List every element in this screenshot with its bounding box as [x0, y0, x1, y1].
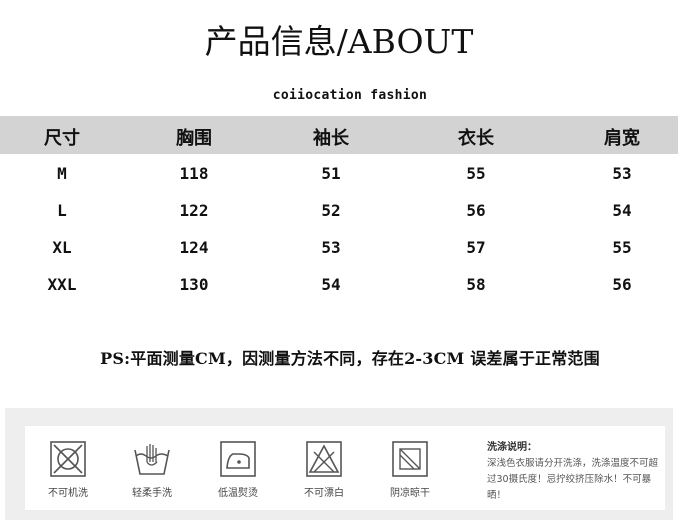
wash-instructions: 洗涤说明： 深浅色衣服请分开洗涤，洗涤温度不可超过30摄氏度！忌拧绞挤压除水！不… — [487, 426, 665, 510]
page-title: 产品信息/ABOUT — [204, 22, 474, 61]
sleeve-cell: 53 — [321, 238, 341, 257]
low-temperature-iron-icon — [220, 441, 256, 477]
wash-instructions-text: 深浅色衣服请分开洗涤，洗涤温度不可超过30摄氏度！忌拧绞挤压除水！不可暴晒！ — [487, 458, 659, 501]
no-bleach-icon — [306, 441, 342, 477]
length-cell: 57 — [466, 238, 486, 257]
wash-instructions-title: 洗涤说明： — [487, 442, 537, 453]
chest-cell: 130 — [179, 275, 209, 294]
shoulder-cell: 53 — [612, 164, 632, 183]
header-sleeve: 袖长 — [313, 128, 349, 149]
shoulder-cell: 56 — [612, 275, 632, 294]
care-symbol: 阴凉晾干 — [375, 440, 445, 499]
gentle-hand-wash-icon — [134, 444, 170, 475]
care-symbol: 低温熨烫 — [203, 440, 273, 499]
table-row: M 118 51 55 53 — [0, 160, 678, 190]
header-chest: 胸围 — [176, 128, 212, 149]
length-cell: 56 — [466, 201, 486, 220]
size-cell: XXL — [47, 275, 77, 294]
size-cell: L — [57, 201, 67, 220]
shoulder-cell: 54 — [612, 201, 632, 220]
sleeve-cell: 52 — [321, 201, 341, 220]
chest-cell: 122 — [179, 201, 209, 220]
no-machine-wash-icon — [50, 441, 86, 477]
chest-cell: 118 — [179, 164, 209, 183]
care-symbol: 不可漂白 — [289, 440, 359, 499]
shade-dry-icon — [392, 441, 428, 477]
header-size: 尺寸 — [44, 128, 80, 149]
table-row: L 122 52 56 54 — [0, 197, 678, 227]
size-table-header: 尺寸 胸围 袖长 衣长 肩宽 — [0, 116, 678, 154]
sleeve-cell: 51 — [321, 164, 341, 183]
measurement-note: PS:平面测量CM，因测量方法不同，存在2-3CM 误差属于正常范围 — [100, 349, 600, 368]
brand-name: coiiocation fashion — [272, 88, 428, 103]
care-instructions-panel: 不可机洗 轻柔手洗 低温熨烫 不可漂白 阴凉晾干 洗涤说明： 深浅色衣服请分开洗… — [5, 408, 673, 520]
care-symbol: 轻柔手洗 — [117, 440, 187, 499]
length-cell: 55 — [466, 164, 486, 183]
header-shoulder: 肩宽 — [604, 128, 640, 149]
care-symbol-label: 低温熨烫 — [218, 488, 258, 499]
sleeve-cell: 54 — [321, 275, 341, 294]
length-cell: 58 — [466, 275, 486, 294]
table-row: XL 124 53 57 55 — [0, 234, 678, 264]
header-length: 衣长 — [458, 128, 494, 149]
care-symbol: 不可机洗 — [33, 440, 103, 499]
table-row: XXL 130 54 58 56 — [0, 271, 678, 301]
care-symbol-label: 阴凉晾干 — [390, 488, 430, 499]
size-cell: M — [57, 164, 67, 183]
care-symbol-label: 轻柔手洗 — [132, 488, 172, 499]
shoulder-cell: 55 — [612, 238, 632, 257]
care-symbol-label: 不可漂白 — [304, 488, 344, 499]
chest-cell: 124 — [179, 238, 209, 257]
size-cell: XL — [52, 238, 72, 257]
care-symbol-label: 不可机洗 — [48, 488, 88, 499]
care-instructions-card: 不可机洗 轻柔手洗 低温熨烫 不可漂白 阴凉晾干 洗涤说明： 深浅色衣服请分开洗… — [25, 426, 665, 510]
